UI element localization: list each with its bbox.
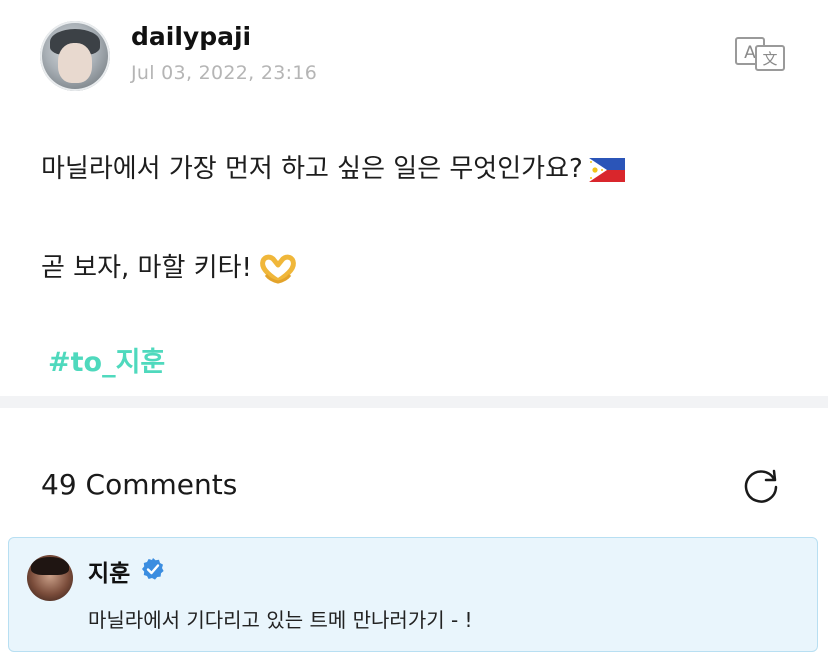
section-divider	[0, 396, 828, 408]
avatar-face	[58, 43, 92, 83]
post-hashtag[interactable]: #to_지훈	[48, 340, 165, 379]
commenter-avatar-hair	[31, 557, 69, 575]
comment-text: 마닐라에서 기다리고 있는 트메 만나러가기 - !	[88, 608, 473, 632]
svg-text:文: 文	[762, 50, 777, 68]
comments-count-heading: 49 Comments	[41, 468, 238, 501]
author-username[interactable]: dailypaji	[131, 22, 251, 51]
verified-badge-icon	[142, 558, 164, 580]
post-text-line-2: 곧 보자, 마할 키타!	[41, 247, 298, 285]
author-avatar[interactable]	[40, 21, 110, 91]
highlighted-comment[interactable]: 지훈 마닐라에서 기다리고 있는 트메 만나러가기 - !	[8, 537, 818, 652]
post-date: Jul 03, 2022, 23:16	[131, 62, 318, 84]
commenter-avatar[interactable]	[27, 555, 73, 601]
post-card: dailypaji Jul 03, 2022, 23:16 A 文 마닐라에서 …	[0, 0, 828, 396]
post-text-1: 마닐라에서 가장 먼저 하고 싶은 일은 무엇인가요?	[41, 154, 583, 184]
svg-text:A: A	[744, 43, 756, 63]
refresh-icon[interactable]	[740, 465, 782, 507]
post-text-2: 곧 보자, 마할 키타!	[41, 253, 252, 283]
heart-hands-icon	[260, 254, 296, 284]
commenter-name[interactable]: 지훈	[88, 554, 130, 588]
post-text-line-1: 마닐라에서 가장 먼저 하고 싶은 일은 무엇인가요?	[41, 148, 625, 185]
philippines-flag-icon	[588, 157, 625, 182]
translate-icon[interactable]: A 文	[734, 36, 786, 72]
